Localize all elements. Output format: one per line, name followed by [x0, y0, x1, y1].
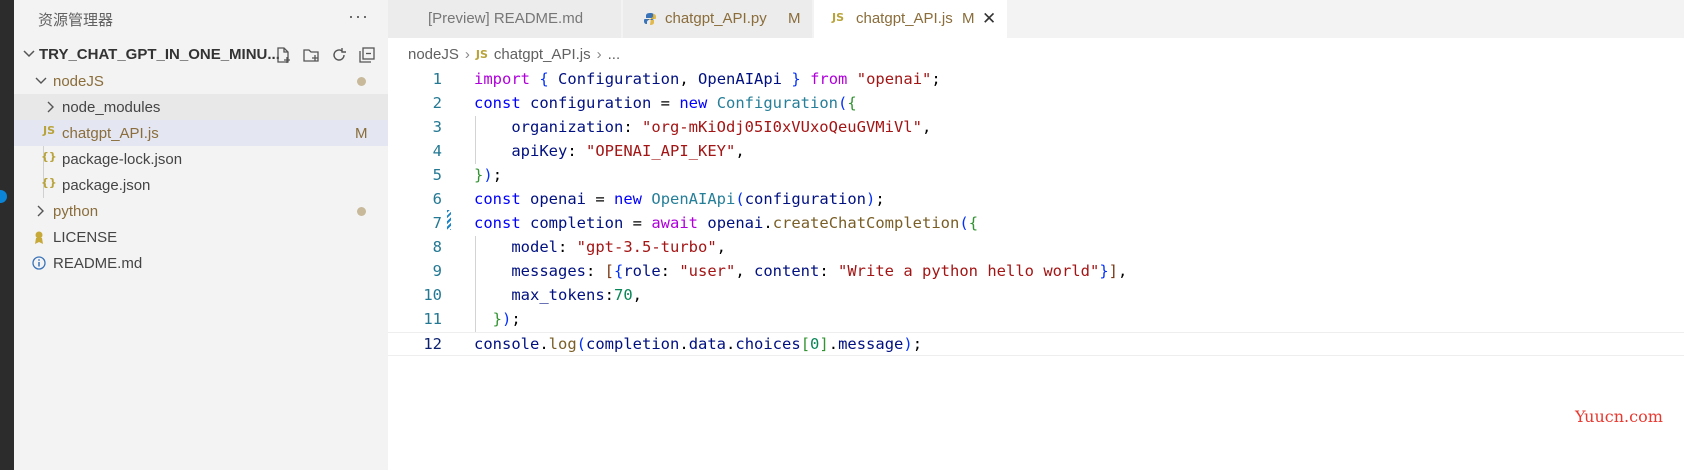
- code-line: 11 });: [388, 308, 1684, 332]
- more-actions-icon[interactable]: ···: [348, 6, 369, 27]
- tree-folder-nodejs[interactable]: nodeJS: [14, 68, 388, 94]
- chevron-right-icon: ›: [596, 45, 602, 63]
- code-line: 7 const completion = await openai.create…: [388, 212, 1684, 236]
- javascript-file-icon: JS: [475, 47, 488, 61]
- tab-label: [Preview] README.md: [428, 10, 584, 27]
- tree-item-label: LICENSE: [53, 229, 118, 246]
- code-line: 9 messages: [{role: "user", content: "Wr…: [388, 260, 1684, 284]
- json-file-icon: {}: [41, 176, 57, 189]
- modified-dot-icon: [357, 207, 366, 216]
- line-number: 6: [432, 190, 442, 208]
- line-number: 12: [423, 335, 442, 353]
- code-text: });: [474, 166, 503, 184]
- code-text: });: [492, 310, 521, 328]
- line-number: 1: [432, 70, 442, 88]
- line-number: 9: [432, 262, 442, 280]
- chevron-right-icon: [47, 101, 54, 113]
- line-number: 10: [423, 286, 442, 304]
- code-text: const openai = new OpenAIApi(configurati…: [474, 190, 885, 208]
- tree-item-label: README.md: [53, 255, 143, 272]
- code-text: organization: "org-mKiOdj05I0xVUxoQeuGVM…: [511, 118, 932, 136]
- new-file-icon[interactable]: [272, 44, 294, 66]
- code-text: console.log(completion.data.choices[0].m…: [474, 335, 923, 353]
- line-number: 3: [432, 118, 442, 136]
- info-file-icon: [32, 256, 46, 270]
- watermark: Yuucn.com: [1575, 407, 1663, 426]
- tree-folder-python[interactable]: python: [14, 198, 388, 224]
- workspace-root-label: TRY_CHAT_GPT_IN_ONE_MINU...: [39, 46, 280, 63]
- tree-item-label: node_modules: [62, 99, 161, 116]
- tab-modified-badge: M: [962, 10, 975, 27]
- chevron-right-icon: ›: [464, 45, 470, 63]
- chevron-down-icon: [35, 77, 47, 84]
- tab-label: chatgpt_API.py: [665, 10, 767, 27]
- git-modified-badge: M: [355, 125, 368, 142]
- json-file-icon: {}: [41, 150, 57, 163]
- code-text: messages: [{role: "user", content: "Writ…: [511, 262, 1128, 280]
- code-text: apiKey: "OPENAI_API_KEY",: [511, 142, 745, 160]
- chevron-down-icon: [23, 50, 35, 58]
- code-text: max_tokens:70,: [511, 286, 643, 304]
- line-number: 8: [432, 238, 442, 256]
- tree-folder-node-modules[interactable]: node_modules: [14, 94, 388, 120]
- breadcrumb-folder[interactable]: nodeJS: [408, 46, 459, 63]
- refresh-icon[interactable]: [328, 44, 350, 66]
- code-line: 5 });: [388, 164, 1684, 188]
- close-icon[interactable]: ✕: [982, 9, 996, 29]
- code-text: const completion = await openai.createCh…: [474, 214, 979, 232]
- tree-file-package-lock-json[interactable]: {} package-lock.json: [14, 146, 388, 172]
- tab-chatgpt-api-py[interactable]: chatgpt_API.py M: [623, 0, 813, 38]
- tree-item-label: nodeJS: [53, 73, 104, 90]
- code-line: 3 organization: "org-mKiOdj05I0xVUxoQeuG…: [388, 116, 1684, 140]
- editor-tab-bar: [Preview] README.md chatgpt_API.py M JS …: [388, 0, 1684, 38]
- line-number: 5: [432, 166, 442, 184]
- tab-chatgpt-api-js[interactable]: JS chatgpt_API.js M ✕: [814, 0, 1008, 38]
- tree-item-label: package-lock.json: [62, 151, 183, 168]
- line-number: 4: [432, 142, 442, 160]
- accounts-badge-icon[interactable]: [0, 190, 7, 203]
- javascript-file-icon: JS: [43, 124, 56, 137]
- workspace-root[interactable]: TRY_CHAT_GPT_IN_ONE_MINU...: [14, 42, 388, 68]
- tab-modified-badge: M: [788, 10, 801, 27]
- modified-dot-icon: [357, 77, 366, 86]
- tree-file-chatgpt-api-js[interactable]: JS chatgpt_API.js M: [14, 120, 388, 146]
- code-line: 10 max_tokens:70,: [388, 284, 1684, 308]
- code-line: 1 import { Configuration, OpenAIApi } fr…: [388, 68, 1684, 92]
- breadcrumb-file[interactable]: chatgpt_API.js: [494, 46, 591, 63]
- code-line: 8 model: "gpt-3.5-turbo",: [388, 236, 1684, 260]
- code-text: const configuration = new Configuration(…: [474, 94, 857, 112]
- license-file-icon: [35, 231, 43, 244]
- code-line-current: 12 console.log(completion.data.choices[0…: [388, 332, 1684, 356]
- tree-file-license[interactable]: LICENSE: [14, 224, 388, 250]
- tree-item-label: chatgpt_API.js: [62, 125, 159, 142]
- line-number: 11: [423, 310, 442, 328]
- python-file-icon: [644, 13, 656, 25]
- code-line: 6 const openai = new OpenAIApi(configura…: [388, 188, 1684, 212]
- chevron-right-icon: [37, 205, 44, 217]
- tab-label: chatgpt_API.js: [856, 10, 953, 27]
- tree-item-label: python: [53, 203, 99, 220]
- code-line: 4 apiKey: "OPENAI_API_KEY",: [388, 140, 1684, 164]
- tab-readme-preview[interactable]: [Preview] README.md: [388, 0, 622, 38]
- code-text: import { Configuration, OpenAIApi } from…: [474, 70, 941, 88]
- code-text: model: "gpt-3.5-turbo",: [511, 238, 726, 256]
- new-folder-icon[interactable]: [300, 44, 322, 66]
- code-editor[interactable]: 1 import { Configuration, OpenAIApi } fr…: [388, 68, 1684, 470]
- breadcrumb-symbol[interactable]: ...: [608, 46, 621, 63]
- code-line: 2 const configuration = new Configuratio…: [388, 92, 1684, 116]
- line-number: 7: [432, 214, 442, 232]
- javascript-file-icon: JS: [832, 11, 845, 24]
- explorer-sidebar: 资源管理器 ··· TRY_CHAT_GPT_IN_ONE_MINU... no…: [14, 0, 388, 470]
- tree-file-readme-md[interactable]: README.md: [14, 250, 388, 276]
- breadcrumb: nodeJS › JS chatgpt_API.js ›...: [408, 45, 620, 67]
- collapse-all-icon[interactable]: [356, 44, 378, 66]
- tree-item-label: package.json: [62, 177, 151, 194]
- activity-bar: [0, 0, 14, 470]
- line-number: 2: [432, 94, 442, 112]
- sidebar-title: 资源管理器: [38, 12, 114, 29]
- tree-file-package-json[interactable]: {} package.json: [14, 172, 388, 198]
